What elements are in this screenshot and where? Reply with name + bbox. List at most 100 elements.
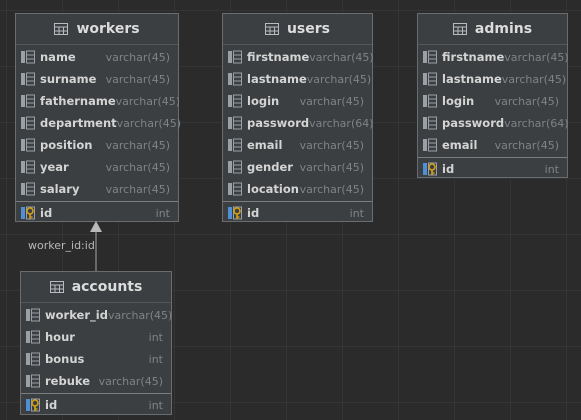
column-type: varchar(45) — [107, 308, 173, 322]
column-row[interactable]: password varchar(64) — [418, 112, 569, 134]
column-type: int — [155, 206, 170, 220]
column-type: int — [349, 206, 364, 220]
column-row[interactable]: gender varchar(45) — [223, 156, 372, 178]
column-type: varchar(45) — [306, 72, 372, 86]
column-type: varchar(45) — [494, 138, 559, 152]
column-row[interactable]: firstname varchar(45) — [418, 46, 569, 68]
column-type: varchar(45) — [105, 50, 170, 64]
column-type: varchar(45) — [309, 50, 374, 64]
primary-key-icon — [20, 206, 36, 220]
table-workers[interactable]: workers name varchar(45) surname varchar(4… — [15, 13, 182, 222]
column-name: bonus — [45, 352, 85, 366]
column-name: email — [247, 138, 283, 152]
column-list: name varchar(45) surname varchar(45) fathe… — [16, 45, 182, 200]
column-type: int — [148, 352, 163, 366]
column-row[interactable]: location varchar(45) — [223, 178, 372, 200]
column-row[interactable]: lastname varchar(45) — [418, 68, 567, 90]
column-row[interactable]: lastname varchar(45) — [223, 68, 372, 90]
primary-key-row[interactable]: id int — [418, 158, 567, 180]
column-row[interactable]: position varchar(45) — [16, 134, 178, 156]
table-icon — [49, 281, 64, 293]
column-icon — [20, 94, 36, 108]
table-icon — [452, 23, 467, 35]
column-icon — [422, 50, 438, 64]
table-header: workers — [16, 14, 178, 45]
column-icon — [25, 374, 41, 388]
column-type: varchar(45) — [98, 374, 163, 388]
column-row[interactable]: fathername varchar(45) — [16, 90, 181, 112]
column-row[interactable]: bonus int — [21, 348, 171, 370]
column-row[interactable]: name varchar(45) — [16, 46, 178, 68]
column-type: int — [544, 162, 559, 176]
column-type: int — [148, 330, 163, 344]
column-list: firstname varchar(45) lastname varchar(45)… — [223, 45, 374, 200]
column-row[interactable]: email varchar(45) — [223, 134, 372, 156]
column-name: gender — [247, 160, 293, 174]
column-row[interactable]: email varchar(45) — [418, 134, 567, 156]
column-row[interactable]: worker_id varchar(45) — [21, 304, 173, 326]
column-icon — [20, 182, 36, 196]
table-header: admins — [418, 14, 567, 45]
column-name: password — [247, 116, 310, 130]
column-type: varchar(45) — [115, 94, 181, 108]
column-type: varchar(45) — [494, 94, 559, 108]
column-type: varchar(45) — [299, 182, 364, 196]
column-name: email — [442, 138, 478, 152]
column-row[interactable]: rebuke varchar(45) — [21, 370, 171, 392]
column-row[interactable]: salary varchar(45) — [16, 178, 178, 200]
column-icon — [20, 116, 36, 130]
table-icon — [54, 23, 69, 35]
table-users[interactable]: users firstname varchar(45) lastname varch… — [222, 13, 374, 224]
column-name: id — [40, 206, 53, 220]
column-row[interactable]: hour int — [21, 326, 171, 348]
column-name: location — [247, 182, 299, 196]
column-row[interactable]: login varchar(45) — [418, 90, 567, 112]
relation-arrowhead — [90, 221, 102, 232]
table-icon — [264, 23, 279, 35]
column-name: surname — [40, 72, 97, 86]
column-name: fathername — [40, 94, 116, 108]
column-type: varchar(45) — [299, 160, 364, 174]
column-name: rebuke — [45, 374, 91, 388]
column-icon — [422, 116, 438, 130]
primary-key-section: id int — [223, 201, 372, 224]
primary-key-row[interactable]: id int — [223, 202, 372, 224]
column-row[interactable]: surname varchar(45) — [16, 68, 178, 90]
column-row[interactable]: year varchar(45) — [16, 156, 178, 178]
primary-key-icon — [422, 162, 438, 176]
column-row[interactable]: department varchar(45) — [16, 112, 182, 134]
column-icon — [20, 72, 36, 86]
table-accounts[interactable]: accounts worker_id varchar(45) hour int bo… — [20, 271, 172, 415]
table-header: accounts — [21, 272, 171, 303]
column-name: id — [247, 206, 260, 220]
column-name: hour — [45, 330, 75, 344]
table-title: admins — [474, 21, 533, 37]
column-row[interactable]: password varchar(64) — [223, 112, 374, 134]
primary-key-icon — [25, 398, 41, 412]
column-list: worker_id varchar(45) hour int bonus int re… — [21, 303, 173, 392]
column-name: lastname — [247, 72, 307, 86]
column-list: firstname varchar(45) lastname varchar(45)… — [418, 45, 569, 156]
primary-key-section: id int — [21, 393, 171, 416]
column-name: worker_id — [45, 308, 108, 322]
column-type: varchar(45) — [105, 160, 170, 174]
column-icon — [422, 94, 438, 108]
column-icon — [20, 160, 36, 174]
table-admins[interactable]: admins firstname varchar(45) lastname varc… — [417, 13, 569, 180]
primary-key-row[interactable]: id int — [21, 394, 171, 416]
column-row[interactable]: login varchar(45) — [223, 90, 372, 112]
column-row[interactable]: firstname varchar(45) — [223, 46, 374, 68]
column-icon — [20, 138, 36, 152]
column-icon — [227, 72, 243, 86]
table-header: users — [223, 14, 372, 45]
column-icon — [422, 138, 438, 152]
column-type: varchar(45) — [299, 138, 364, 152]
column-name: login — [247, 94, 280, 108]
column-name: id — [442, 162, 455, 176]
column-type: varchar(45) — [299, 94, 364, 108]
column-type: varchar(45) — [116, 116, 182, 130]
primary-key-section: id int — [418, 157, 567, 180]
column-name: position — [40, 138, 93, 152]
primary-key-icon — [227, 206, 243, 220]
column-name: firstname — [247, 50, 310, 64]
